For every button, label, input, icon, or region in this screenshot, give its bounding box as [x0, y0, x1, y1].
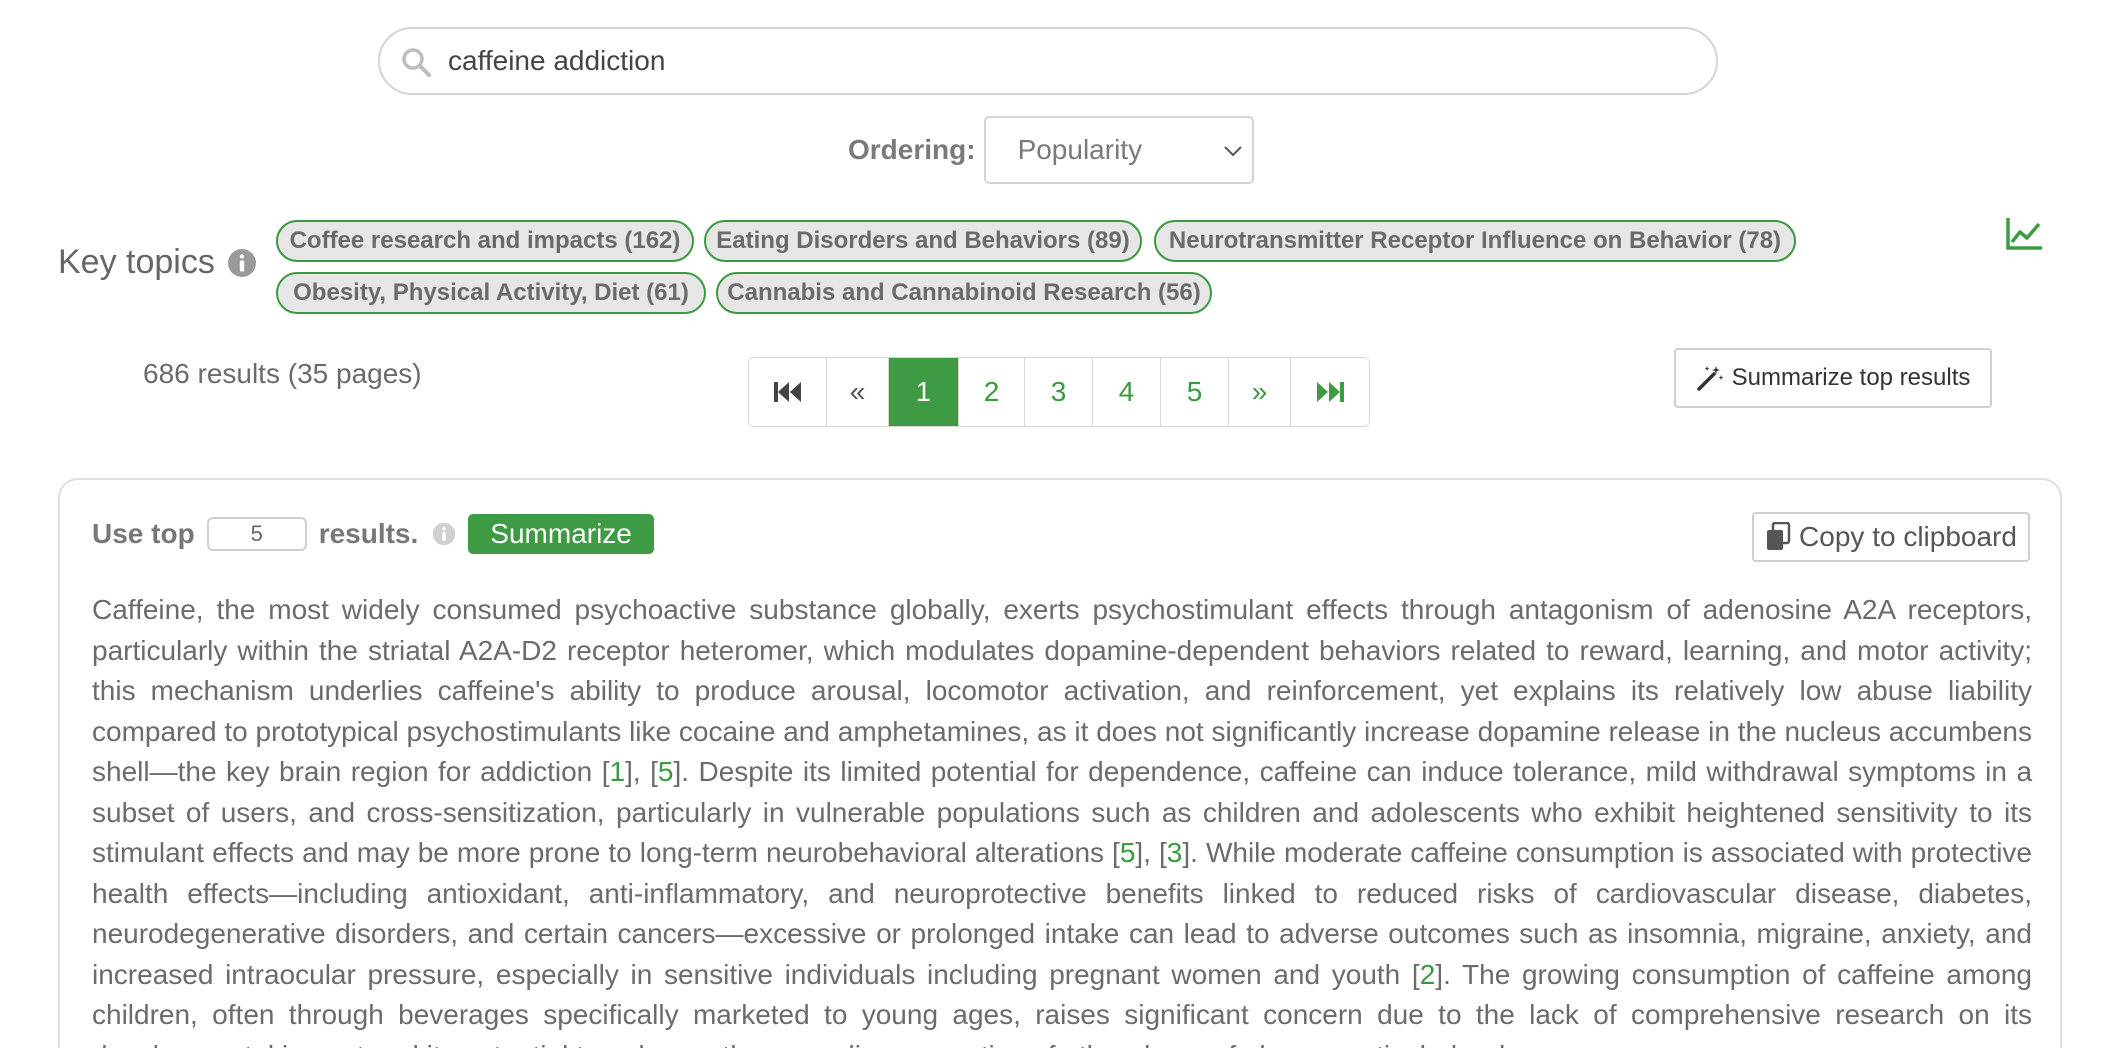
topic-chip[interactable]: Neurotransmitter Receptor Influence on B… [1154, 220, 1796, 262]
summarize-button[interactable]: Summarize [468, 514, 654, 554]
summary-card: Use top results. Summarize Copy to clipb… [58, 478, 2062, 1048]
prev-page-button[interactable]: « [827, 358, 889, 426]
use-top-prefix: Use top [92, 518, 195, 549]
next-page-button[interactable]: » [1229, 358, 1291, 426]
skip-last-icon [1317, 382, 1344, 402]
citation-link[interactable]: 3 [1167, 837, 1183, 868]
page-button[interactable]: 4 [1093, 358, 1161, 426]
page-button[interactable]: 3 [1025, 358, 1093, 426]
trend-chart-icon[interactable] [2004, 214, 2044, 254]
use-top-controls: Use top results. Summarize [92, 514, 654, 554]
summary-text: Caffeine, the most widely consumed psych… [92, 590, 2032, 1048]
search-input[interactable] [448, 39, 1688, 83]
key-topics-title: Key topics [58, 243, 215, 281]
citation-link[interactable]: 5 [658, 756, 674, 787]
summarize-top-results-label: Summarize top results [1731, 364, 1971, 391]
use-top-suffix: results. [318, 518, 419, 549]
first-page-button[interactable] [749, 358, 827, 426]
copy-to-clipboard-label: Copy to clipboard [1799, 521, 2017, 552]
citation-link[interactable]: 5 [1120, 837, 1136, 868]
topic-chip[interactable]: Coffee research and impacts (162) [276, 220, 694, 262]
page-button[interactable]: 2 [959, 358, 1025, 426]
copy-icon [1767, 522, 1791, 550]
page-button-current[interactable]: 1 [889, 358, 959, 426]
ordering-label: Ordering: [848, 134, 976, 165]
topic-chip[interactable]: Cannabis and Cannabinoid Research (56) [716, 272, 1212, 314]
search-bar[interactable] [378, 27, 1718, 95]
magic-wand-icon [1696, 366, 1724, 391]
topic-chip[interactable]: Obesity, Physical Activity, Diet (61) [276, 272, 706, 314]
topic-chip[interactable]: Eating Disorders and Behaviors (89) [704, 220, 1142, 262]
citation-link[interactable]: 2 [1420, 959, 1436, 990]
ordering-select[interactable]: Popularity [983, 116, 1254, 184]
search-icon [402, 48, 431, 77]
summarize-top-results-button[interactable]: Summarize top results [1674, 348, 1992, 408]
summary-text-segment: ], [ [625, 756, 658, 787]
ordering-control: Ordering: Popularity [848, 116, 1254, 184]
copy-to-clipboard-button[interactable]: Copy to clipboard [1752, 512, 2030, 562]
last-page-button[interactable] [1291, 358, 1369, 426]
top-n-input[interactable] [206, 517, 307, 551]
pagination: « 1 2 3 4 5 » [748, 357, 1370, 427]
ordering-selected-value: Popularity [1017, 134, 1143, 165]
key-topics-label: Key topics [58, 243, 257, 282]
skip-first-icon [773, 382, 801, 402]
summary-text-segment: ], [ [1135, 837, 1167, 868]
results-count: 686 results (35 pages) [143, 358, 422, 389]
chevron-down-icon [1223, 146, 1242, 157]
info-icon[interactable] [432, 522, 456, 546]
citation-link[interactable]: 1 [610, 756, 626, 787]
page-button[interactable]: 5 [1161, 358, 1229, 426]
info-icon[interactable] [227, 248, 257, 278]
page: Ordering: Popularity Key topics Coffee r… [0, 0, 2120, 1048]
